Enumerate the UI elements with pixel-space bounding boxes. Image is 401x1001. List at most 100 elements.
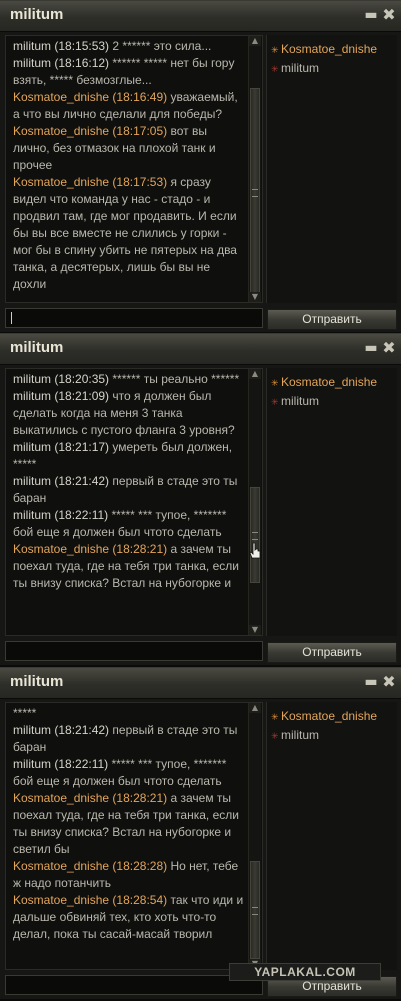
title-bar[interactable]: militum ▬ ✖ xyxy=(0,668,401,699)
message-time: (18:21:42) xyxy=(54,474,110,488)
user-item[interactable]: ✳ militum xyxy=(271,394,319,409)
message-time: (18:21:09) xyxy=(54,389,110,403)
message-author[interactable]: militum xyxy=(13,508,51,522)
message-author[interactable]: militum xyxy=(13,56,51,70)
chat-message: militum (18:22:11) ***** *** тупое, ****… xyxy=(13,507,245,541)
message-list: ***** militum (18:21:42) первый в стаде э… xyxy=(13,705,245,943)
message-time: (18:28:28) xyxy=(112,859,168,873)
message-text: 2 ****** это сила... xyxy=(112,39,212,53)
chat-message: Kosmatoe_dnishe (18:17:05) вот вы лично,… xyxy=(13,123,245,174)
message-author[interactable]: militum xyxy=(13,440,51,454)
send-button[interactable]: Отправить xyxy=(267,309,397,330)
message-author[interactable]: militum xyxy=(13,757,51,771)
chat-message: Kosmatoe_dnishe (18:28:54) так что иди и… xyxy=(13,892,245,943)
scroll-up-icon[interactable]: ▲ xyxy=(249,703,261,713)
send-button[interactable]: Отправить xyxy=(267,642,397,663)
user-list: ✳ Kosmatoe_dnishe ✳ militum xyxy=(266,702,397,970)
user-name: Kosmatoe_dnishe xyxy=(281,42,378,56)
chat-message: militum (18:20:35) ****** ты реально ***… xyxy=(13,371,245,388)
message-author[interactable]: Kosmatoe_dnishe xyxy=(13,175,109,189)
message-text: ****** ты реально ****** xyxy=(112,372,240,386)
chat-message: militum (18:21:42) первый в стаде это ты… xyxy=(13,722,245,756)
user-name: Kosmatoe_dnishe xyxy=(281,709,378,723)
user-status-icon: ✳ xyxy=(271,45,279,55)
scrollbar[interactable]: ▲ ▼ xyxy=(248,36,261,302)
message-author[interactable]: militum xyxy=(13,389,51,403)
chat-message: militum (18:15:53) 2 ****** это сила... xyxy=(13,38,245,55)
message-input[interactable] xyxy=(5,641,263,661)
user-item[interactable]: ✳ militum xyxy=(271,728,319,743)
message-input[interactable] xyxy=(5,975,263,995)
user-item[interactable]: ✳ Kosmatoe_dnishe xyxy=(271,42,377,57)
close-icon[interactable]: ✖ xyxy=(381,674,397,690)
message-time: (18:16:12) xyxy=(54,56,110,70)
message-time: (18:21:42) xyxy=(54,723,110,737)
message-author[interactable]: Kosmatoe_dnishe xyxy=(13,124,109,138)
message-time: (18:28:54) xyxy=(112,893,168,907)
chat-message: militum (18:21:17) умереть был должен, *… xyxy=(13,439,245,473)
chat-message: militum (18:21:09) что я должен был сдел… xyxy=(13,388,245,439)
scrollbar[interactable]: ▲ ▼ xyxy=(248,369,261,635)
scroll-up-icon[interactable]: ▲ xyxy=(249,369,261,379)
scroll-down-icon[interactable]: ▼ xyxy=(249,625,261,635)
window-title: militum xyxy=(10,6,64,23)
message-time: (18:28:21) xyxy=(112,791,168,805)
message-time: (18:15:53) xyxy=(54,39,110,53)
chat-message: Kosmatoe_dnishe (18:16:49) уважаемый, а … xyxy=(13,89,245,123)
scroll-down-icon[interactable]: ▼ xyxy=(249,292,261,302)
user-status-icon: ✳ xyxy=(271,731,279,741)
user-item[interactable]: ✳ militum xyxy=(271,61,319,76)
message-author[interactable]: Kosmatoe_dnishe xyxy=(13,893,109,907)
chat-window-1: militum ▬ ✖ militum (18:15:53) 2 ****** … xyxy=(0,0,401,332)
window-title: militum xyxy=(10,339,64,356)
chat-window-3: militum ▬ ✖ ***** militum (18:21:42) перв… xyxy=(0,667,401,999)
message-author[interactable]: militum xyxy=(13,372,51,386)
minimize-icon[interactable]: ▬ xyxy=(363,7,379,23)
chat-window-2: militum ▬ ✖ militum (18:20:35) ****** ты… xyxy=(0,333,401,665)
title-bar[interactable]: militum ▬ ✖ xyxy=(0,1,401,32)
message-time: (18:21:17) xyxy=(54,440,110,454)
chat-message: Kosmatoe_dnishe (18:17:53) я сразу видел… xyxy=(13,174,245,293)
chat-message: ***** xyxy=(13,705,245,722)
message-text: я сразу видел что команда у нас - стадо … xyxy=(13,175,237,291)
user-item[interactable]: ✳ Kosmatoe_dnishe xyxy=(271,375,377,390)
message-author[interactable]: Kosmatoe_dnishe xyxy=(13,791,109,805)
minimize-icon[interactable]: ▬ xyxy=(363,340,379,356)
message-time: (18:16:49) xyxy=(112,90,168,104)
message-author[interactable]: militum xyxy=(13,723,51,737)
scroll-thumb[interactable] xyxy=(250,88,260,296)
message-author[interactable]: Kosmatoe_dnishe xyxy=(13,90,109,104)
chat-message: militum (18:22:11) ***** *** тупое, ****… xyxy=(13,756,245,790)
message-input[interactable] xyxy=(5,308,263,328)
hand-cursor-icon xyxy=(249,542,261,559)
scroll-thumb[interactable] xyxy=(250,487,260,583)
message-time: (18:22:11) xyxy=(54,757,109,771)
user-name: Kosmatoe_dnishe xyxy=(281,375,378,389)
message-time: (18:28:21) xyxy=(112,542,168,556)
message-author[interactable]: Kosmatoe_dnishe xyxy=(13,542,109,556)
message-log: militum (18:15:53) 2 ****** это сила... m… xyxy=(5,35,263,303)
chat-message: Kosmatoe_dnishe (18:28:21) а зачем ты по… xyxy=(13,541,245,592)
message-list: militum (18:20:35) ****** ты реально ***… xyxy=(13,371,245,592)
chat-message: militum (18:21:42) первый в стаде это ты… xyxy=(13,473,245,507)
message-author[interactable]: militum xyxy=(13,474,51,488)
user-status-icon: ✳ xyxy=(271,397,279,407)
scroll-thumb[interactable] xyxy=(250,861,260,959)
close-icon[interactable]: ✖ xyxy=(381,7,397,23)
scroll-up-icon[interactable]: ▲ xyxy=(249,36,261,46)
user-item[interactable]: ✳ Kosmatoe_dnishe xyxy=(271,709,377,724)
message-list: militum (18:15:53) 2 ****** это сила... m… xyxy=(13,38,245,293)
user-status-icon: ✳ xyxy=(271,64,279,74)
message-author[interactable]: Kosmatoe_dnishe xyxy=(13,859,109,873)
user-list: ✳ Kosmatoe_dnishe ✳ militum xyxy=(266,368,397,636)
close-icon[interactable]: ✖ xyxy=(381,340,397,356)
user-name: militum xyxy=(281,61,319,75)
chat-message: militum (18:16:12) ****** ***** нет бы г… xyxy=(13,55,245,89)
title-bar[interactable]: militum ▬ ✖ xyxy=(0,334,401,365)
message-text: ***** xyxy=(13,706,37,720)
minimize-icon[interactable]: ▬ xyxy=(363,674,379,690)
user-name: militum xyxy=(281,728,319,742)
message-log: militum (18:20:35) ****** ты реально ***… xyxy=(5,368,263,636)
scrollbar[interactable]: ▲ ▼ xyxy=(248,703,261,969)
message-author[interactable]: militum xyxy=(13,39,51,53)
